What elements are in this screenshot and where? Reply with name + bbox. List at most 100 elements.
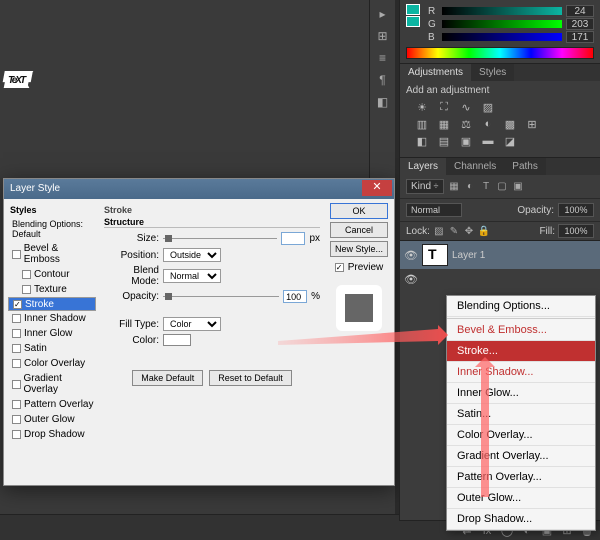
effect-outer-glow[interactable]: Outer Glow bbox=[8, 412, 96, 427]
unit-label: px bbox=[309, 233, 320, 244]
r-value[interactable]: 24 bbox=[566, 5, 594, 17]
new-style-button[interactable]: New Style... bbox=[330, 241, 388, 257]
position-select[interactable]: Outside bbox=[163, 248, 221, 262]
size-input[interactable] bbox=[281, 232, 305, 245]
tab-channels[interactable]: Channels bbox=[446, 158, 504, 175]
blend-mode-select[interactable]: Normal bbox=[406, 203, 462, 217]
cancel-button[interactable]: Cancel bbox=[330, 222, 388, 238]
opacity-value[interactable]: 100% bbox=[558, 203, 594, 217]
filter-shape-icon[interactable]: ▢ bbox=[496, 181, 508, 193]
lock-paint-icon[interactable]: ✎ bbox=[448, 225, 460, 237]
menu-color-overlay[interactable]: Color Overlay... bbox=[447, 425, 595, 446]
layer-thumbnail[interactable] bbox=[422, 244, 448, 266]
curves-icon[interactable]: ∿ bbox=[458, 100, 474, 114]
filltype-label: Fill Type: bbox=[104, 319, 159, 330]
make-default-button[interactable]: Make Default bbox=[132, 370, 203, 386]
hue-icon[interactable]: ▦ bbox=[436, 117, 452, 131]
size-slider[interactable] bbox=[163, 238, 277, 239]
position-label: Position: bbox=[104, 250, 159, 261]
layer-name[interactable]: Layer 1 bbox=[452, 250, 485, 261]
tool-icon[interactable]: ▸ bbox=[375, 6, 391, 22]
tool-icon[interactable]: ≡ bbox=[375, 50, 391, 66]
menu-drop-shadow[interactable]: Drop Shadow... bbox=[447, 509, 595, 530]
effect-pattern-overlay[interactable]: Pattern Overlay bbox=[8, 397, 96, 412]
menu-blending-options[interactable]: Blending Options... bbox=[447, 296, 595, 317]
photofilter-icon[interactable]: ▩ bbox=[502, 117, 518, 131]
filltype-select[interactable]: Color bbox=[163, 317, 221, 331]
color-swatch[interactable] bbox=[163, 334, 191, 346]
menu-stroke[interactable]: Stroke... bbox=[447, 341, 595, 362]
vibrance-icon[interactable]: ▥ bbox=[414, 117, 430, 131]
b-slider[interactable] bbox=[442, 33, 562, 41]
effect-drop-shadow[interactable]: Drop Shadow bbox=[8, 427, 96, 442]
channelmixer-icon[interactable]: ⊞ bbox=[524, 117, 540, 131]
bw-icon[interactable]: ◐ bbox=[480, 117, 496, 131]
kind-filter[interactable]: Kind bbox=[411, 181, 431, 192]
filter-adj-icon[interactable]: ◐ bbox=[464, 181, 476, 193]
ok-button[interactable]: OK bbox=[330, 203, 388, 219]
invert-icon[interactable]: ◧ bbox=[414, 134, 430, 148]
reset-default-button[interactable]: Reset to Default bbox=[209, 370, 292, 386]
tab-styles[interactable]: Styles bbox=[471, 64, 514, 81]
menu-satin[interactable]: Satin... bbox=[447, 404, 595, 425]
filter-type-icon[interactable]: T bbox=[480, 181, 492, 193]
styles-header[interactable]: Styles bbox=[8, 203, 96, 217]
g-slider[interactable] bbox=[442, 20, 562, 28]
lock-trans-icon[interactable]: ▨ bbox=[433, 225, 445, 237]
layer-item-1[interactable]: 👁 Layer 1 bbox=[400, 241, 600, 269]
colorbalance-icon[interactable]: ⚖ bbox=[458, 117, 474, 131]
tab-adjustments[interactable]: Adjustments bbox=[400, 64, 471, 81]
text-layer[interactable]: TeXT bbox=[8, 12, 24, 102]
effect-contour[interactable]: Contour bbox=[8, 267, 96, 282]
fg-swatch[interactable] bbox=[406, 4, 420, 15]
menu-pattern-overlay[interactable]: Pattern Overlay... bbox=[447, 467, 595, 488]
layer-item-bg[interactable]: 👁 bbox=[400, 269, 600, 289]
close-button[interactable]: ✕ bbox=[362, 180, 392, 196]
dialog-titlebar[interactable]: Layer Style ✕ bbox=[4, 179, 394, 199]
tool-icon[interactable]: ¶ bbox=[375, 72, 391, 88]
effect-stroke[interactable]: Stroke bbox=[8, 297, 96, 311]
r-slider[interactable] bbox=[442, 7, 562, 15]
tool-icon[interactable]: ◧ bbox=[375, 94, 391, 110]
visibility-icon[interactable]: 👁 bbox=[404, 248, 418, 262]
lock-all-icon[interactable]: 🔒 bbox=[478, 225, 490, 237]
posterize-icon[interactable]: ▤ bbox=[436, 134, 452, 148]
effect-color-overlay[interactable]: Color Overlay bbox=[8, 356, 96, 371]
g-value[interactable]: 203 bbox=[566, 18, 594, 30]
brightness-icon[interactable]: ☀ bbox=[414, 100, 430, 114]
exposure-icon[interactable]: ▨ bbox=[480, 100, 496, 114]
menu-inner-shadow[interactable]: Inner Shadow... bbox=[447, 362, 595, 383]
tab-layers[interactable]: Layers bbox=[400, 158, 446, 175]
effect-satin[interactable]: Satin bbox=[8, 341, 96, 356]
threshold-icon[interactable]: ▣ bbox=[458, 134, 474, 148]
effect-inner-glow[interactable]: Inner Glow bbox=[8, 326, 96, 341]
b-value[interactable]: 171 bbox=[566, 31, 594, 43]
menu-bevel-emboss[interactable]: Bevel & Emboss... bbox=[447, 320, 595, 341]
effect-gradient-overlay[interactable]: Gradient Overlay bbox=[8, 371, 96, 397]
opacity-input[interactable] bbox=[283, 290, 307, 303]
levels-icon[interactable]: ⛶ bbox=[436, 100, 452, 114]
effect-bevel[interactable]: Bevel & Emboss bbox=[8, 241, 96, 267]
opacity-slider[interactable] bbox=[163, 296, 279, 297]
lock-pos-icon[interactable]: ✥ bbox=[463, 225, 475, 237]
filter-pixel-icon[interactable]: ▦ bbox=[448, 181, 460, 193]
tab-paths[interactable]: Paths bbox=[504, 158, 546, 175]
fill-value[interactable]: 100% bbox=[558, 224, 594, 238]
visibility-icon[interactable]: 👁 bbox=[404, 272, 418, 286]
bg-swatch[interactable] bbox=[406, 16, 420, 27]
menu-inner-glow[interactable]: Inner Glow... bbox=[447, 383, 595, 404]
preview-checkbox[interactable] bbox=[335, 263, 344, 272]
blendmode-select[interactable]: Normal bbox=[163, 269, 221, 283]
effect-texture[interactable]: Texture bbox=[8, 282, 96, 297]
selective-icon[interactable]: ◪ bbox=[502, 134, 518, 148]
gradientmap-icon[interactable]: ▬ bbox=[480, 134, 496, 148]
menu-outer-glow[interactable]: Outer Glow... bbox=[447, 488, 595, 509]
filter-smart-icon[interactable]: ▣ bbox=[512, 181, 524, 193]
spectrum-bar[interactable] bbox=[406, 47, 594, 59]
menu-gradient-overlay[interactable]: Gradient Overlay... bbox=[447, 446, 595, 467]
blendmode-label: Blend Mode: bbox=[104, 265, 159, 287]
blending-options-item[interactable]: Blending Options: Default bbox=[8, 217, 96, 241]
tool-icon[interactable]: ⊞ bbox=[375, 28, 391, 44]
effect-inner-shadow[interactable]: Inner Shadow bbox=[8, 311, 96, 326]
bottom-scrollbar[interactable] bbox=[0, 514, 399, 540]
